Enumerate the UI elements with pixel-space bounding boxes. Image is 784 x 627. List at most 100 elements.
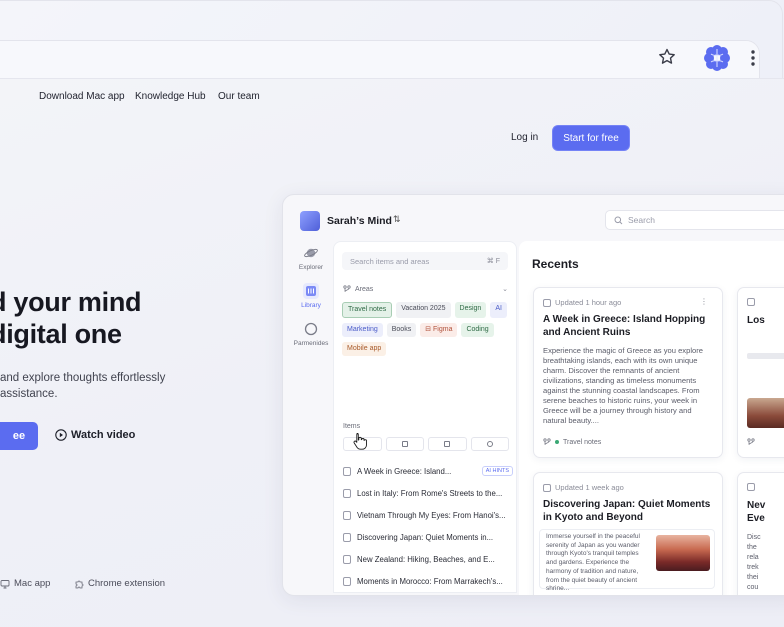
workspace-name[interactable]: Sarah’s Mind — [327, 215, 392, 227]
area-tag[interactable]: Design — [454, 302, 487, 318]
card-body-line: the — [747, 544, 757, 551]
areas-label: Areas — [355, 285, 374, 293]
rail-item-explorer[interactable]: Explorer — [291, 245, 331, 271]
list-item[interactable]: France in a Day: Reflections from Paris.… — [343, 592, 513, 595]
area-tag[interactable]: Coding — [461, 323, 494, 337]
card-title: Los — [747, 315, 765, 326]
items-search-field[interactable]: Search items and areas ⌘ F — [342, 252, 508, 270]
area-tag[interactable]: Vacation 2025 — [396, 302, 451, 318]
hero-subtitle-line-2: assistance. — [0, 388, 58, 400]
card-meta: Updated 1 hour ago — [543, 298, 621, 307]
kebab-icon[interactable] — [747, 48, 759, 68]
rail-item-parmenides[interactable]: Parmenides — [291, 321, 331, 347]
card-title-line-1: A Week in Greece: Island Hopping — [543, 314, 706, 325]
items-search-placeholder: Search items and areas — [350, 256, 430, 266]
watch-video-button[interactable]: Watch video — [55, 429, 135, 441]
hero-title-line-2: digital one — [0, 319, 122, 349]
chevron-down-icon[interactable]: ⌄ — [502, 285, 508, 293]
rail-label-explorer: Explorer — [298, 264, 324, 271]
tab-strip — [0, 41, 759, 81]
planet-icon — [304, 248, 318, 258]
search-shortcut: ⌘ F — [486, 258, 500, 265]
recent-card-greece[interactable]: Updated 1 hour ago ⋮ A Week in Greece: I… — [533, 287, 723, 458]
card-meta: Updated 1 week ago — [543, 483, 624, 492]
area-tag[interactable]: Marketing — [342, 323, 383, 337]
areas-header[interactable]: Areas — [343, 285, 373, 293]
nav-our-team[interactable]: Our team — [218, 91, 260, 102]
card-title: A Week in Greece: Island Hopping and Anc… — [543, 314, 705, 339]
hero-title-line-1: d your mind — [0, 287, 142, 317]
doc-icon — [543, 298, 551, 307]
list-item[interactable]: New Zealand: Hiking, Beaches, and E... — [343, 548, 513, 570]
recent-card-italy[interactable]: Los — [737, 287, 784, 458]
area-tag[interactable]: AI — [490, 302, 507, 318]
chrome-extension-label: Chrome extension — [88, 578, 166, 589]
item-list: A Week in Greece: Island... AI HINTS Lost … — [343, 460, 513, 595]
card-title-line-2: Eve — [747, 513, 765, 524]
card-body: Disc the rela trek thei cou — [747, 533, 761, 593]
card-updated: Updated 1 hour ago — [555, 298, 622, 307]
area-tag[interactable]: ⊟ Figma — [420, 323, 458, 337]
card-body-line: thei — [747, 574, 759, 581]
filter-links-button[interactable] — [470, 437, 509, 451]
image-placeholder — [747, 353, 784, 359]
status-dot — [555, 440, 559, 444]
workspace-logo — [300, 211, 320, 231]
filter-images-button[interactable] — [385, 437, 424, 451]
star-icon[interactable] — [657, 47, 677, 67]
hero-title: d your mind digital one — [0, 286, 142, 350]
recent-card-japan[interactable]: Updated 1 week ago Discovering Japan: Qu… — [533, 472, 723, 595]
watch-video-label: Watch video — [71, 429, 136, 441]
card-title-line-1: Nev — [747, 500, 766, 511]
brain-icon[interactable] — [703, 45, 731, 71]
items-label: Items — [343, 423, 361, 430]
link-icon — [486, 441, 493, 447]
updown-chevron-icon[interactable]: ⇅ — [393, 214, 401, 225]
app-search-field[interactable]: Search — [605, 210, 784, 230]
card-menu-icon[interactable]: ⋮ — [700, 297, 708, 306]
hand-cursor-icon — [353, 433, 367, 450]
list-item[interactable]: Discovering Japan: Quiet Moments in... — [343, 526, 513, 548]
start-for-free-button[interactable]: Start for free — [553, 126, 629, 150]
rail-label-library: Library — [301, 302, 321, 309]
list-item-title: Lost in Italy: From Rome's Streets to th… — [357, 488, 503, 498]
area-tag[interactable]: Books — [386, 323, 417, 337]
card-body-line: rela — [747, 554, 759, 561]
doc-icon — [747, 298, 755, 306]
doc-icon — [747, 483, 755, 491]
list-item[interactable]: Lost in Italy: From Rome's Streets to th… — [343, 482, 513, 504]
left-rail: Explorer Library Parmenides — [291, 245, 331, 359]
chrome-extension-link[interactable]: Chrome extension — [74, 578, 165, 589]
ai-hints-badge[interactable]: AI HINTS — [481, 466, 513, 476]
list-item[interactable]: A Week in Greece: Island... AI HINTS — [343, 460, 513, 482]
hero-subtitle: and explore thoughts effortlessly assist… — [0, 370, 165, 402]
nav-download-mac-app[interactable]: Download Mac app — [39, 91, 125, 102]
card-body-line: trek — [747, 564, 759, 571]
play-circle-icon — [55, 429, 67, 441]
primary-cta-button[interactable]: ee — [0, 422, 38, 450]
area-tag[interactable]: Mobile app — [342, 342, 387, 356]
nav-knowledge-hub[interactable]: Knowledge Hub — [135, 91, 206, 102]
filter-video-button[interactable] — [428, 437, 467, 451]
doc-icon — [343, 554, 351, 564]
list-item-title: Vietnam Through My Eyes: From Hanoi's... — [357, 510, 506, 520]
recent-card-newzealand[interactable]: Nev Eve Disc the rela trek thei cou — [737, 472, 784, 595]
card-title-line-2: in Kyoto and Beyond — [543, 511, 643, 523]
doc-icon — [343, 466, 351, 476]
rail-item-library[interactable]: Library — [291, 283, 331, 309]
doc-icon — [343, 576, 351, 586]
card-body-line: Disc — [747, 534, 761, 541]
list-item-title: Discovering Japan: Quiet Moments in... — [357, 532, 494, 542]
login-link[interactable]: Log in — [511, 132, 538, 143]
list-item[interactable]: Moments in Morocco: From Marrakech's... — [343, 570, 513, 592]
list-item-title: A Week in Greece: Island... — [357, 466, 452, 476]
list-item[interactable]: Vietnam Through My Eyes: From Hanoi's... — [343, 504, 513, 526]
figma-icon: ⊟ — [425, 326, 434, 333]
list-item-title: New Zealand: Hiking, Beaches, and E... — [357, 554, 495, 564]
download-mac-app-link[interactable]: Mac app — [0, 578, 50, 589]
doc-icon — [543, 483, 551, 492]
branch-icon — [747, 438, 755, 445]
italy-thumbnail — [747, 398, 784, 428]
area-tag[interactable]: Travel notes — [342, 302, 393, 318]
branch-icon — [543, 438, 551, 445]
